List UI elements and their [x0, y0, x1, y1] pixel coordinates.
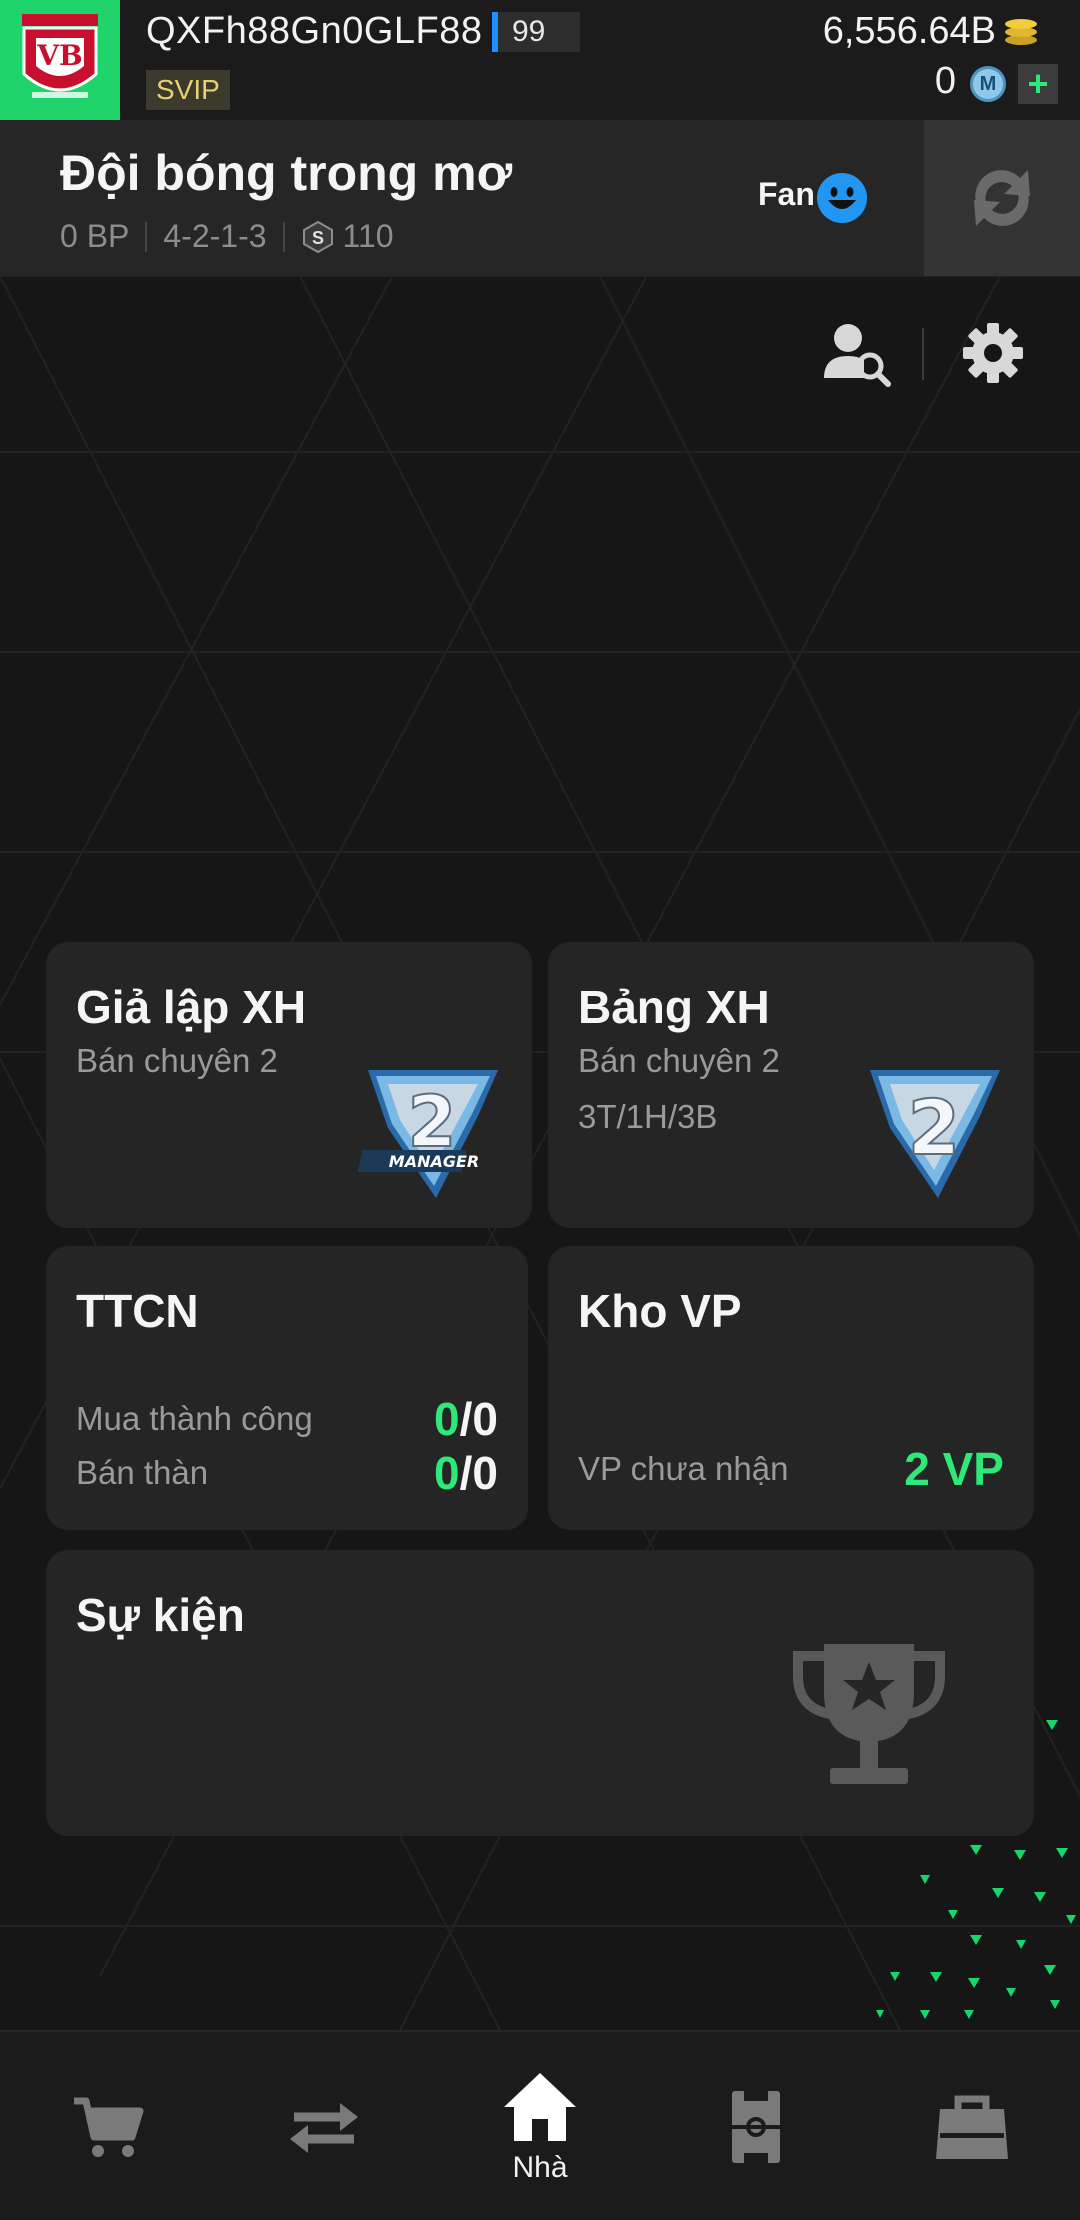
buy-success-row: Mua thành công 0/0 [76, 1392, 498, 1446]
stats-divider [145, 221, 148, 252]
card-title: Sự kiện [76, 1589, 245, 1641]
events-card[interactable]: Sự kiện [46, 1550, 1034, 1836]
nav-home-label: Nhà [512, 2151, 568, 2184]
card-record: 3T/1H/3B [578, 1098, 718, 1135]
card-title: Kho VP [578, 1285, 742, 1337]
trophy-icon [793, 1644, 945, 1784]
svg-text:VB: VB [36, 39, 82, 72]
sell-success-label: Bán thàn [76, 1454, 209, 1491]
svg-text:S: S [312, 228, 324, 248]
username: QXFh88Gn0GLF88 [146, 10, 483, 52]
buy-success-label: Mua thành công [76, 1400, 313, 1437]
bottom-nav: Nhà [0, 2030, 1080, 2220]
svg-text:MANAGER: MANAGER [389, 1152, 479, 1171]
team-name: Đội bóng trong mơ [60, 145, 513, 201]
nav-bag[interactable] [864, 2032, 1080, 2220]
coins-value: 6,556.64B [822, 10, 996, 52]
vp-unclaimed-row: VP chưa nhận 2 VP [578, 1442, 1004, 1496]
mc-value: 0 [934, 60, 956, 102]
card-title: TTCN [76, 1285, 199, 1337]
card-division: Bán chuyên 2 [578, 1042, 780, 1079]
team-salary: 110 [342, 218, 394, 254]
mc-coin-icon: M [970, 66, 1006, 102]
team-stats: 0 BP 4-2-1-3 S 110 [60, 218, 394, 255]
card-title: Giả lập XH [76, 981, 307, 1033]
team-header[interactable]: Đội bóng trong mơ 0 BP 4-2-1-3 S 110 Fan [0, 120, 1080, 276]
nav-home[interactable]: Nhà [432, 2032, 648, 2220]
top-bar: VB QXFh88Gn0GLF88 99 SVIP 6,556.64B 0 M … [0, 0, 1080, 120]
division-badge-icon: 2 [870, 1070, 1000, 1198]
card-division: Bán chuyên 2 [76, 1042, 278, 1079]
fan-label: Fan [758, 176, 815, 212]
ranking-table-card[interactable]: Bảng XH Bán chuyên 2 3T/1H/3B 2 [548, 942, 1034, 1228]
vip-badge: SVIP [146, 70, 230, 110]
toolbar-divider [922, 328, 924, 380]
nav-squad[interactable] [648, 2032, 864, 2220]
team-bp: 0 BP [60, 218, 130, 254]
settings-gear-icon[interactable] [962, 322, 1024, 384]
home-icon [504, 2073, 576, 2141]
sim-ranking-card[interactable]: Giả lập XH Bán chuyên 2 2 MANAGER [46, 942, 532, 1228]
manager-division-badge-icon: 2 MANAGER [358, 1070, 498, 1198]
fan-mood-icon [817, 173, 867, 223]
level-badge: 99 [492, 12, 580, 52]
cart-icon [74, 2097, 144, 2157]
pitch-icon [732, 2091, 780, 2163]
player-search-icon[interactable] [822, 318, 892, 388]
sell-success-row: Bán thàn 0/0 [76, 1446, 498, 1500]
team-formation: 4-2-1-3 [163, 218, 267, 254]
add-currency-button[interactable]: + [1018, 64, 1058, 104]
svg-text:2: 2 [908, 1083, 961, 1172]
nav-shop[interactable] [0, 2032, 216, 2220]
nav-transfer[interactable] [216, 2032, 432, 2220]
club-logo[interactable]: VB [0, 0, 120, 120]
vp-unclaimed-label: VP chưa nhận [578, 1450, 789, 1487]
card-title: Bảng XH [578, 981, 770, 1033]
swap-icon [974, 170, 1030, 226]
item-storage-card[interactable]: Kho VP VP chưa nhận 2 VP [548, 1246, 1034, 1530]
bag-icon [936, 2095, 1008, 2159]
coin-stack-icon [1005, 19, 1037, 45]
salary-icon: S [302, 220, 333, 253]
buy-success-value: 0/0 [434, 1393, 498, 1445]
sell-success-value: 0/0 [434, 1447, 498, 1499]
stats-divider [282, 221, 285, 252]
vp-unclaimed-value: 2 VP [904, 1443, 1004, 1495]
swap-team-button[interactable] [924, 120, 1080, 276]
transfer-market-card[interactable]: TTCN Mua thành công 0/0 Bán thàn 0/0 [46, 1246, 528, 1530]
transfer-icon [290, 2103, 358, 2153]
club-crest-icon: VB [22, 14, 98, 98]
